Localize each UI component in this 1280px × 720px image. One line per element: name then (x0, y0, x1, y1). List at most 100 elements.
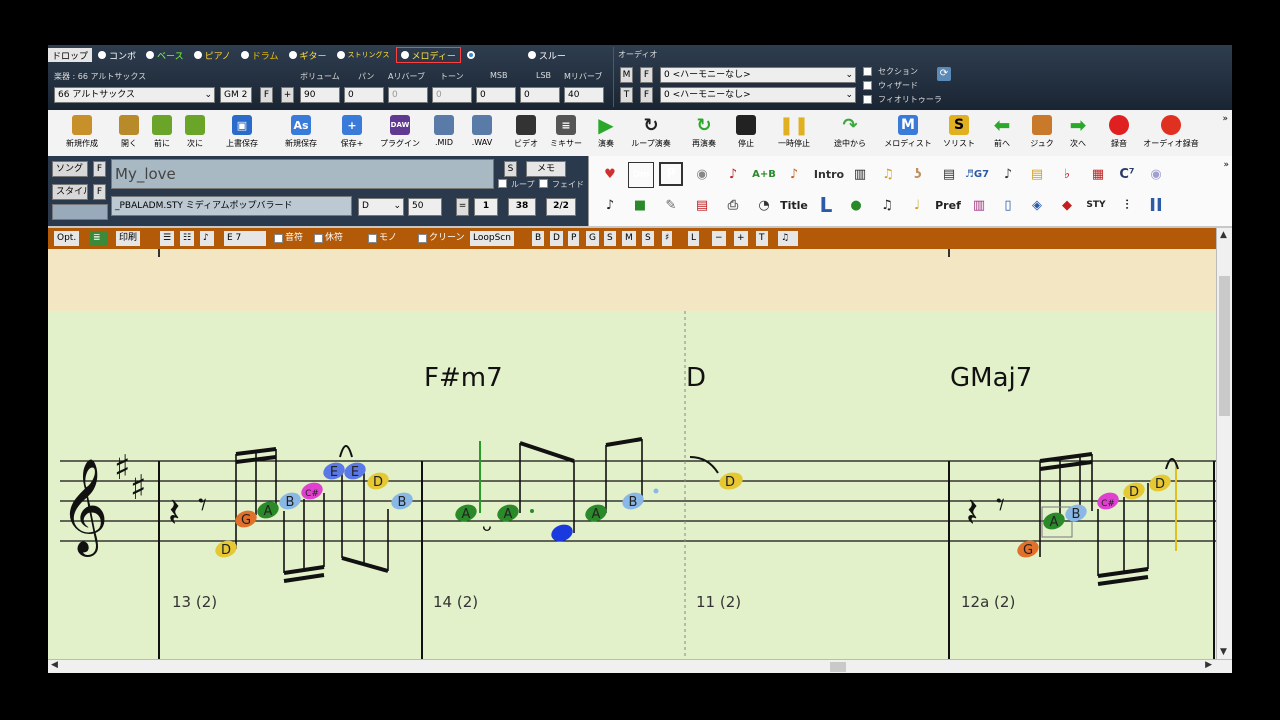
letter-g-button[interactable]: G (586, 231, 599, 246)
tempo-toggle-button[interactable]: = (456, 198, 469, 216)
a-plus-b-icon[interactable]: A+B (749, 162, 779, 186)
tab-melody[interactable]: メロディー (395, 47, 461, 63)
harmony-f2-button[interactable]: F (640, 87, 653, 103)
heart-icon[interactable]: ♥ (598, 162, 622, 186)
loop-play-button[interactable]: ↻ ループ演奏 (629, 113, 673, 153)
notation-staff-area[interactable]: 𝄞 ♯ ♯ 𝄽 𝄾 𝄽 𝄾 ᴗ D G A B C# E E D B A A A… (48, 311, 1216, 659)
save-plus-button[interactable]: + 保存+ (330, 113, 374, 153)
letter-b-button[interactable]: B (532, 231, 545, 246)
choruses-field[interactable]: 2/2 (546, 198, 576, 216)
scroll-up-icon[interactable]: ▲ (1220, 230, 1227, 240)
plugin-button[interactable]: DAW プラグイン (378, 113, 422, 153)
options-button[interactable]: Opt. (54, 231, 80, 246)
scroll-right-icon[interactable]: ▶ (1205, 660, 1212, 670)
letter-m-button[interactable]: M (622, 231, 636, 246)
song-label-button[interactable]: ソング (52, 161, 88, 177)
play-button[interactable]: ▶ 演奏 (584, 113, 628, 153)
new-button[interactable]: 新規作成 (60, 113, 104, 153)
tab-drop[interactable]: ドロップ (48, 48, 93, 62)
toolbar-more-icon[interactable]: » (1222, 114, 1228, 124)
letter-s2-button[interactable]: S (642, 231, 654, 246)
play-from-button[interactable]: ↷ 途中から (828, 113, 872, 153)
instrument-f-button[interactable]: F (260, 87, 273, 103)
refresh-icon[interactable]: ⟳ (937, 67, 951, 81)
c7-icon[interactable]: C⁷ (1115, 162, 1139, 186)
fade-checkbox[interactable] (539, 179, 548, 188)
bank-select[interactable]: GM 2 (220, 87, 252, 103)
pause-button[interactable]: ❚❚ 一時停止 (772, 113, 816, 153)
audio-record-button[interactable]: オーディオ録音 (1143, 113, 1199, 153)
instrument-plus-button[interactable]: + (281, 87, 294, 103)
song-title-field[interactable]: My_love (111, 159, 494, 189)
melodist-button[interactable]: M メロディスト (884, 113, 932, 153)
next-button[interactable]: ➡ 次へ (1056, 113, 1100, 153)
wizard-checkbox[interactable] (863, 81, 872, 90)
sharp-button[interactable]: ♯ (662, 231, 673, 246)
song-f-button[interactable]: F (93, 161, 106, 177)
soloist-button[interactable]: S ソリスト (937, 113, 981, 153)
stop-button[interactable]: 停止 (724, 113, 768, 153)
scroll-h-thumb[interactable] (830, 662, 846, 672)
replay-button[interactable]: ↻ 再演奏 (682, 113, 726, 153)
saxophone-icon[interactable]: ♫ (875, 193, 899, 217)
key-select[interactable]: D ⌄ (358, 198, 404, 216)
notepad-icon[interactable]: ▤ (1025, 162, 1049, 186)
bars-icon[interactable]: ▥ (967, 193, 991, 217)
guitar-icon[interactable]: ♪ (721, 162, 745, 186)
t-button[interactable]: T (756, 231, 768, 246)
lyrics-lane[interactable] (48, 249, 1216, 312)
fioritura-checkbox[interactable] (863, 95, 872, 104)
horn-icon[interactable]: ♫ (876, 162, 900, 186)
waveform-icon[interactable]: ▤ (937, 162, 961, 186)
loop-checkbox[interactable] (498, 179, 507, 188)
loop-scan-button[interactable]: LoopScn (470, 231, 514, 246)
mixer-button[interactable]: ≡ ミキサー (544, 113, 588, 153)
track-field[interactable]: E 7 (224, 231, 266, 246)
style-name-field[interactable]: _PBALADM.STY ミディアムポップバラード (111, 196, 352, 216)
sty-icon[interactable]: STY (1084, 193, 1108, 217)
harmony-f-button[interactable]: F (640, 67, 653, 83)
feather-icon[interactable]: ✎ (659, 193, 683, 217)
save-as-button[interactable]: As 新規保存 (279, 113, 323, 153)
scroll-down-icon[interactable]: ▼ (1220, 647, 1227, 657)
chord-symbol[interactable]: F#m7 (424, 363, 503, 393)
lsb-spinner[interactable]: 0 (520, 87, 560, 103)
instrument-select[interactable]: 66 アルトサックス ⌄ (54, 87, 215, 103)
edit-mode-icon[interactable]: ≣ (90, 231, 108, 246)
harmony-t-button[interactable]: T (620, 87, 633, 103)
trumpet-icon[interactable]: ♩ (905, 193, 929, 217)
sound-icon[interactable]: ♫ (778, 231, 798, 246)
dice-icon[interactable]: ◈ (1025, 193, 1049, 217)
harmony-select-1[interactable]: 0 <ハーモニーなし> ⌄ (660, 67, 856, 83)
video-button[interactable]: ビデオ (504, 113, 548, 153)
mono-checkbox[interactable] (368, 234, 377, 243)
green-square-icon[interactable]: ■ (628, 193, 652, 217)
minus-button[interactable]: − (712, 231, 726, 246)
tab-piano[interactable]: ピアノ (190, 48, 235, 62)
scroll-thumb[interactable] (1219, 276, 1230, 416)
tuning-fork-icon[interactable]: ⫶ (1115, 193, 1139, 217)
letter-s-button[interactable]: S (604, 231, 616, 246)
harmony-select-2[interactable]: 0 <ハーモニーなし> ⌄ (660, 87, 856, 103)
metronome-icon[interactable]: ◔ (752, 193, 776, 217)
title-icon[interactable]: Title (779, 193, 809, 217)
disc-icon[interactable]: ◉ (1144, 162, 1168, 186)
dm-chord-icon[interactable]: Dm (628, 162, 654, 188)
staff-icon[interactable]: ☰ (160, 231, 174, 246)
harmony-m-button[interactable]: M (620, 67, 633, 83)
document-icon[interactable]: ▯ (996, 193, 1020, 217)
cd-icon[interactable]: ◉ (690, 162, 714, 186)
style-f-button[interactable]: F (93, 184, 106, 200)
prev-button[interactable]: ⬅ 前へ (980, 113, 1024, 153)
e-flat-icon[interactable]: ♭ (1055, 162, 1079, 186)
msb-spinner[interactable]: 0 (476, 87, 516, 103)
style-label-button[interactable]: スタイル (52, 184, 88, 200)
save-button[interactable]: ▣ 上書保存 (220, 113, 264, 153)
eighth-note-icon[interactable]: ♪ (598, 193, 622, 217)
tab-soloist[interactable] (463, 48, 522, 62)
clean-checkbox[interactable] (418, 234, 427, 243)
tab-strings[interactable]: ストリングス (333, 48, 394, 62)
grid-icon[interactable]: ▦ (1086, 162, 1110, 186)
l-button[interactable]: L (688, 231, 700, 246)
red-wave-icon[interactable]: ▤ (690, 193, 714, 217)
